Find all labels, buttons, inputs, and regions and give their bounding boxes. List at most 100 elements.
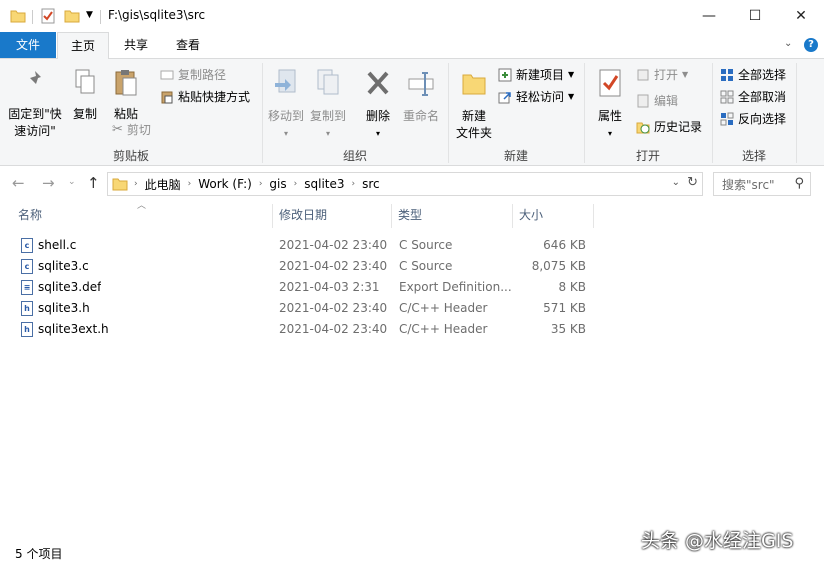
properties-label: 属性 <box>597 109 622 123</box>
tab-file[interactable]: 文件 <box>0 32 56 58</box>
file-row[interactable]: h sqlite3ext.h 2021-04-02 23:40 C/C++ He… <box>16 319 596 340</box>
open-button[interactable]: 打开 ▼ <box>636 65 688 85</box>
group-label-clipboard: 剪贴板 <box>112 149 149 163</box>
separator <box>32 10 33 24</box>
copy-label: 复制 <box>72 107 97 121</box>
easy-access-dropdown-icon: ▼ <box>568 92 575 101</box>
column-header-name[interactable]: 名称 <box>12 202 272 228</box>
paste-icon <box>115 70 137 96</box>
file-row[interactable]: c sqlite3.c 2021-04-02 23:40 C Source 8,… <box>16 256 596 277</box>
forward-arrow-icon[interactable]: → <box>42 174 55 192</box>
file-row[interactable]: h sqlite3.h 2021-04-02 23:40 C/C++ Heade… <box>16 298 596 319</box>
invert-selection-button[interactable]: 反向选择 <box>720 109 786 129</box>
up-arrow-icon[interactable]: ↑ <box>87 174 100 192</box>
move-to-dropdown-icon: ▾ <box>283 129 288 138</box>
breadcrumb-this-pc[interactable]: 此电脑 <box>145 176 181 193</box>
close-button[interactable]: ✕ <box>778 0 824 32</box>
file-row[interactable]: c shell.c 2021-04-02 23:40 C Source 646 … <box>16 235 596 256</box>
tab-home[interactable]: 主页 <box>57 32 109 59</box>
maximize-button[interactable]: ☐ <box>732 0 778 32</box>
back-arrow-icon[interactable]: ← <box>12 174 25 192</box>
file-name: shell.c <box>38 238 77 252</box>
breadcrumb-separator-icon[interactable]: › <box>259 179 263 189</box>
new-folder-label: 新建 <box>461 109 486 123</box>
minimize-button[interactable]: — <box>686 0 732 32</box>
column-header-date[interactable]: 修改日期 <box>273 202 391 228</box>
breadcrumb-gis[interactable]: gis <box>269 177 286 191</box>
easy-access-icon <box>498 92 511 104</box>
paste-shortcut-button[interactable]: 粘贴快捷方式 <box>160 87 250 107</box>
select-none-button[interactable]: 全部取消 <box>720 87 786 107</box>
window-title: F:\gis\sqlite3\src <box>108 8 206 22</box>
select-all-icon <box>721 69 733 81</box>
pin-quick-access-button[interactable]: 固定到"快 速访问" <box>4 69 66 140</box>
paste-button[interactable]: 粘贴 <box>106 69 146 123</box>
file-name: sqlite3.c <box>38 259 89 273</box>
select-all-button[interactable]: 全部选择 <box>720 65 786 85</box>
open-icon <box>637 69 649 81</box>
copy-path-label: 复制路径 <box>178 68 227 82</box>
column-header-size[interactable]: 大小 <box>513 202 593 228</box>
copy-button[interactable]: 复制 <box>66 69 104 123</box>
search-input[interactable]: 搜索"src" ⚲ <box>713 172 811 196</box>
properties-icon <box>599 69 621 97</box>
new-folder-icon[interactable] <box>64 8 80 24</box>
file-size: 35 KB <box>550 322 586 336</box>
delete-x-icon <box>367 71 389 95</box>
rename-button[interactable]: 重命名 <box>398 69 444 125</box>
text-file-icon: ≡ <box>21 280 33 295</box>
breadcrumb-sqlite3[interactable]: sqlite3 <box>304 177 344 191</box>
tab-view[interactable]: 查看 <box>162 32 214 58</box>
file-row[interactable]: ≡ sqlite3.def 2021-04-03 2:31 Export Def… <box>16 277 596 298</box>
easy-access-button[interactable]: 轻松访问 ▼ <box>498 87 574 107</box>
copy-path-button[interactable]: 复制路径 <box>160 65 226 85</box>
status-item-count: 5 个项目 <box>15 547 63 561</box>
ribbon-collapse-chevron-icon[interactable]: ⌄ <box>784 38 792 49</box>
breadcrumb-src[interactable]: src <box>362 177 380 191</box>
breadcrumb-separator-icon[interactable]: › <box>352 179 356 189</box>
search-icon[interactable]: ⚲ <box>794 176 804 191</box>
new-folder-big-icon <box>462 74 486 95</box>
breadcrumb-separator-icon[interactable]: › <box>188 179 192 189</box>
tab-share[interactable]: 共享 <box>110 32 162 58</box>
history-button[interactable]: 历史记录 <box>636 117 702 137</box>
ribbon-tabs: 文件 主页 共享 查看 <box>0 32 824 59</box>
copy-to-icon <box>317 69 339 95</box>
copy-path-icon <box>160 70 174 80</box>
edit-button[interactable]: 编辑 <box>636 91 678 111</box>
file-type: Export Definition... <box>399 280 511 294</box>
rename-label: 重命名 <box>402 109 439 123</box>
pin-label-line2: 速访问" <box>14 124 56 138</box>
invert-selection-label: 反向选择 <box>738 112 787 126</box>
new-item-label: 新建项目 <box>516 68 565 82</box>
properties-button[interactable]: 属性 ▾ <box>588 69 632 142</box>
column-header-type[interactable]: 类型 <box>392 202 512 228</box>
group-label-select: 选择 <box>741 149 766 163</box>
recent-locations-dropdown-icon[interactable]: ⌄ <box>68 177 76 187</box>
breadcrumb-separator-icon[interactable]: › <box>294 179 298 189</box>
help-icon[interactable]: ? <box>804 38 818 52</box>
new-folder-button[interactable]: 新建 文件夹 <box>450 69 498 142</box>
properties-check-icon[interactable] <box>40 8 56 24</box>
move-to-button[interactable]: 移动到 ▾ <box>264 69 308 142</box>
breadcrumb-separator-icon[interactable]: › <box>134 179 138 189</box>
copy-to-button[interactable]: 复制到 ▾ <box>306 69 350 142</box>
delete-button[interactable]: 删除 ▾ <box>358 69 398 142</box>
cut-button[interactable]: ✂ 剪切 <box>112 120 151 140</box>
customize-qa-dropdown-icon[interactable]: ▼ <box>86 10 93 20</box>
pin-label: 固定到"快 <box>8 107 62 121</box>
address-bar[interactable]: › 此电脑 › Work (F:) › gis › sqlite3 › src … <box>107 172 703 196</box>
copy-to-label: 复制到 <box>309 109 346 123</box>
properties-dropdown-icon: ▾ <box>607 129 612 138</box>
address-history-dropdown-icon[interactable]: ⌄ <box>672 177 680 188</box>
scissors-icon: ✂ <box>112 122 123 137</box>
breadcrumb-drive[interactable]: Work (F:) <box>198 177 252 191</box>
column-divider[interactable] <box>593 204 594 228</box>
new-item-button[interactable]: 新建项目 ▼ <box>498 65 574 85</box>
file-name: sqlite3ext.h <box>38 322 109 336</box>
delete-label: 删除 <box>365 109 390 123</box>
new-folder-label-line2: 文件夹 <box>455 126 492 140</box>
group-label-open: 打开 <box>635 149 660 163</box>
refresh-icon[interactable]: ↻ <box>687 175 698 190</box>
header-file-icon: h <box>21 301 33 316</box>
